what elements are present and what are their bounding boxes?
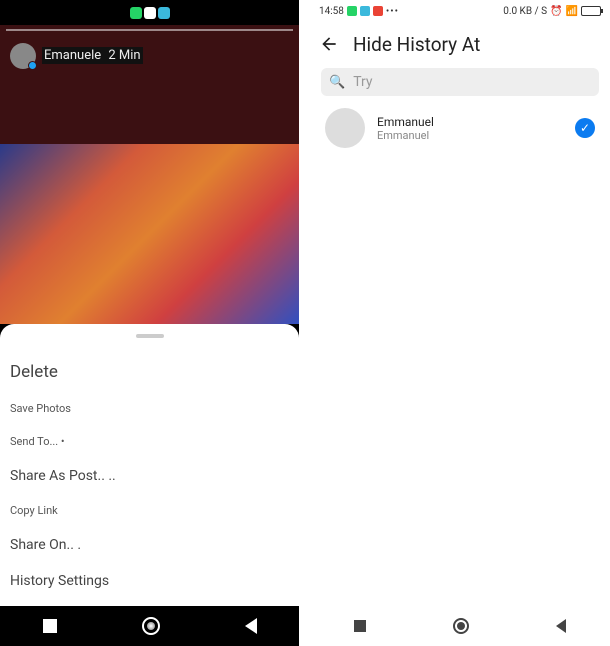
- app-icon: [144, 7, 156, 19]
- battery-icon: [581, 6, 601, 16]
- recents-icon[interactable]: [43, 619, 57, 633]
- home-icon[interactable]: [453, 618, 469, 634]
- send-to-button[interactable]: Send To... •: [0, 425, 299, 458]
- signal-icon: 📶: [566, 6, 578, 17]
- delete-button[interactable]: Delete: [0, 352, 299, 392]
- share-on-button[interactable]: Share On.. .: [0, 527, 299, 563]
- status-bar-right: 14:58 ••• 0.0 KB / S ⏰ 📶: [311, 0, 609, 22]
- whatsapp-icon: [347, 6, 357, 16]
- action-sheet: Delete Save Photos Send To... • Share As…: [0, 324, 299, 606]
- story-content[interactable]: [0, 144, 299, 324]
- phone-left: Emanuele 2 Min Delete Save Photos Send T…: [0, 0, 299, 646]
- contact-text: Emmanuel Emmanuel: [377, 115, 563, 142]
- clock-time: 14:58: [319, 6, 344, 17]
- app-icon-2: [158, 7, 170, 19]
- back-icon[interactable]: [556, 619, 566, 633]
- story-header: Emanuele 2 Min: [0, 25, 299, 144]
- story-username: Emanuele: [44, 48, 101, 63]
- alarm-icon: ⏰: [550, 6, 562, 17]
- history-settings-button[interactable]: History Settings: [0, 563, 299, 599]
- avatar[interactable]: [10, 43, 36, 69]
- search-input[interactable]: 🔍 Try: [321, 68, 599, 96]
- back-arrow-icon[interactable]: [319, 34, 339, 54]
- gmail-icon: [373, 6, 383, 16]
- copy-link-button[interactable]: Copy Link: [0, 494, 299, 527]
- back-icon[interactable]: [245, 618, 257, 634]
- contact-list-item[interactable]: Emmanuel Emmanuel ✓: [311, 98, 609, 158]
- more-notifications-icon: •••: [386, 6, 399, 17]
- sheet-handle[interactable]: [136, 334, 164, 338]
- story-user-label: Emanuele 2 Min: [42, 47, 143, 64]
- whatsapp-icon: [130, 7, 142, 19]
- nav-bar-right: [311, 606, 609, 646]
- nav-bar-left: [0, 606, 299, 646]
- story-time: 2 Min: [108, 48, 140, 63]
- data-speed: 0.0 KB / S: [503, 6, 547, 17]
- phone-right: 14:58 ••• 0.0 KB / S ⏰ 📶 Hide History At…: [311, 0, 609, 646]
- page-header: Hide History At: [311, 22, 609, 66]
- avatar: [325, 108, 365, 148]
- app-icon: [360, 6, 370, 16]
- search-icon: 🔍: [329, 75, 345, 90]
- verified-badge-icon: [28, 61, 37, 70]
- contact-name: Emmanuel: [377, 115, 563, 129]
- status-bar-left: [0, 0, 299, 25]
- check-icon[interactable]: ✓: [575, 118, 595, 138]
- page-title: Hide History At: [353, 33, 480, 56]
- home-icon[interactable]: [142, 617, 160, 635]
- story-progress-bar[interactable]: [6, 29, 293, 31]
- recents-icon[interactable]: [354, 620, 366, 632]
- contact-subtitle: Emmanuel: [377, 129, 563, 142]
- share-as-post-button[interactable]: Share As Post.. ..: [0, 458, 299, 494]
- save-photos-button[interactable]: Save Photos: [0, 392, 299, 425]
- search-placeholder: Try: [353, 74, 372, 90]
